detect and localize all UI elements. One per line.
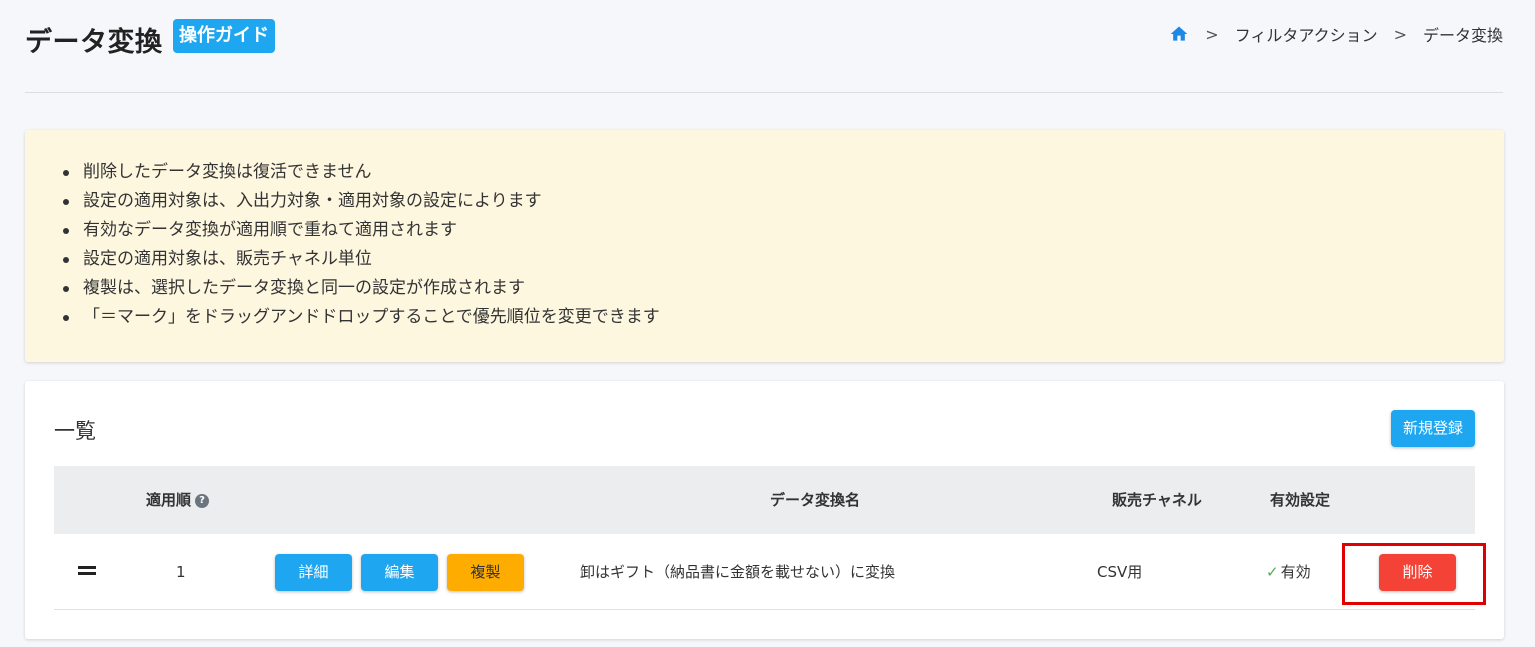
row-order: 1 <box>176 563 186 581</box>
table-header: 適用順? データ変換名 販売チャネル 有効設定 <box>54 466 1475 534</box>
new-register-button[interactable]: 新規登録 <box>1390 410 1475 447</box>
row-enabled-status: ✓ 有効 <box>1266 534 1311 610</box>
notice-item: 設定の適用対象は、入出力対象・適用対象の設定によります <box>63 187 1504 216</box>
row-channel: CSV用 <box>1097 563 1143 581</box>
row-enabled-label: 有効 <box>1280 563 1311 581</box>
table-row: 1 詳細 編集 複製 卸はギフト（納品書に金額を載せない）に変換 CSV用 ✓ 有… <box>54 534 1475 610</box>
notice-item: 有効なデータ変換が適用順で重ねて適用されます <box>63 216 1504 245</box>
notice-list: 削除したデータ変換は復活できません 設定の適用対象は、入出力対象・適用対象の設定… <box>63 158 1504 332</box>
delete-button[interactable]: 削除 <box>1379 554 1456 591</box>
notice-box: 削除したデータ変換は復活できません 設定の適用対象は、入出力対象・適用対象の設定… <box>25 130 1504 362</box>
detail-button[interactable]: 詳細 <box>275 554 352 591</box>
column-header-enabled: 有効設定 <box>1270 491 1331 509</box>
page-title: データ変換 <box>25 27 163 58</box>
list-title: 一覧 <box>54 419 96 443</box>
operation-guide-button[interactable]: 操作ガイド <box>173 19 275 53</box>
list-card: 一覧 新規登録 適用順? データ変換名 販売チャネル 有効設定 1 詳細 編集 … <box>25 381 1504 639</box>
row-conversion-name: 卸はギフト（納品書に金額を載せない）に変換 <box>580 563 896 581</box>
home-icon[interactable] <box>1169 24 1189 44</box>
column-header-name: データ変換名 <box>770 491 861 509</box>
breadcrumb-filter-action[interactable]: フィルタアクション <box>1235 22 1378 46</box>
notice-item: 「＝マーク」をドラッグアンドドロップすることで優先順位を変更できます <box>63 303 1504 332</box>
notice-item: 削除したデータ変換は復活できません <box>63 158 1504 187</box>
chevron-right-icon: > <box>1393 24 1407 44</box>
notice-item: 複製は、選択したデータ変換と同一の設定が作成されます <box>63 274 1504 303</box>
notice-item: 設定の適用対象は、販売チャネル単位 <box>63 245 1504 274</box>
edit-button[interactable]: 編集 <box>361 554 438 591</box>
check-icon: ✓ <box>1266 563 1279 581</box>
column-header-channel: 販売チャネル <box>1112 491 1202 509</box>
column-order-label: 適用順 <box>146 491 192 509</box>
drag-handle-icon[interactable] <box>78 566 96 576</box>
column-header-order: 適用順? <box>146 466 210 534</box>
page-header: データ変換 操作ガイド > フィルタアクション > データ変換 <box>25 16 1503 60</box>
breadcrumb: > フィルタアクション > データ変換 <box>1169 22 1503 46</box>
chevron-right-icon: > <box>1205 24 1219 44</box>
breadcrumb-current: データ変換 <box>1422 26 1503 45</box>
duplicate-button[interactable]: 複製 <box>447 554 524 591</box>
header-divider <box>25 92 1503 93</box>
help-icon[interactable]: ? <box>195 493 210 508</box>
